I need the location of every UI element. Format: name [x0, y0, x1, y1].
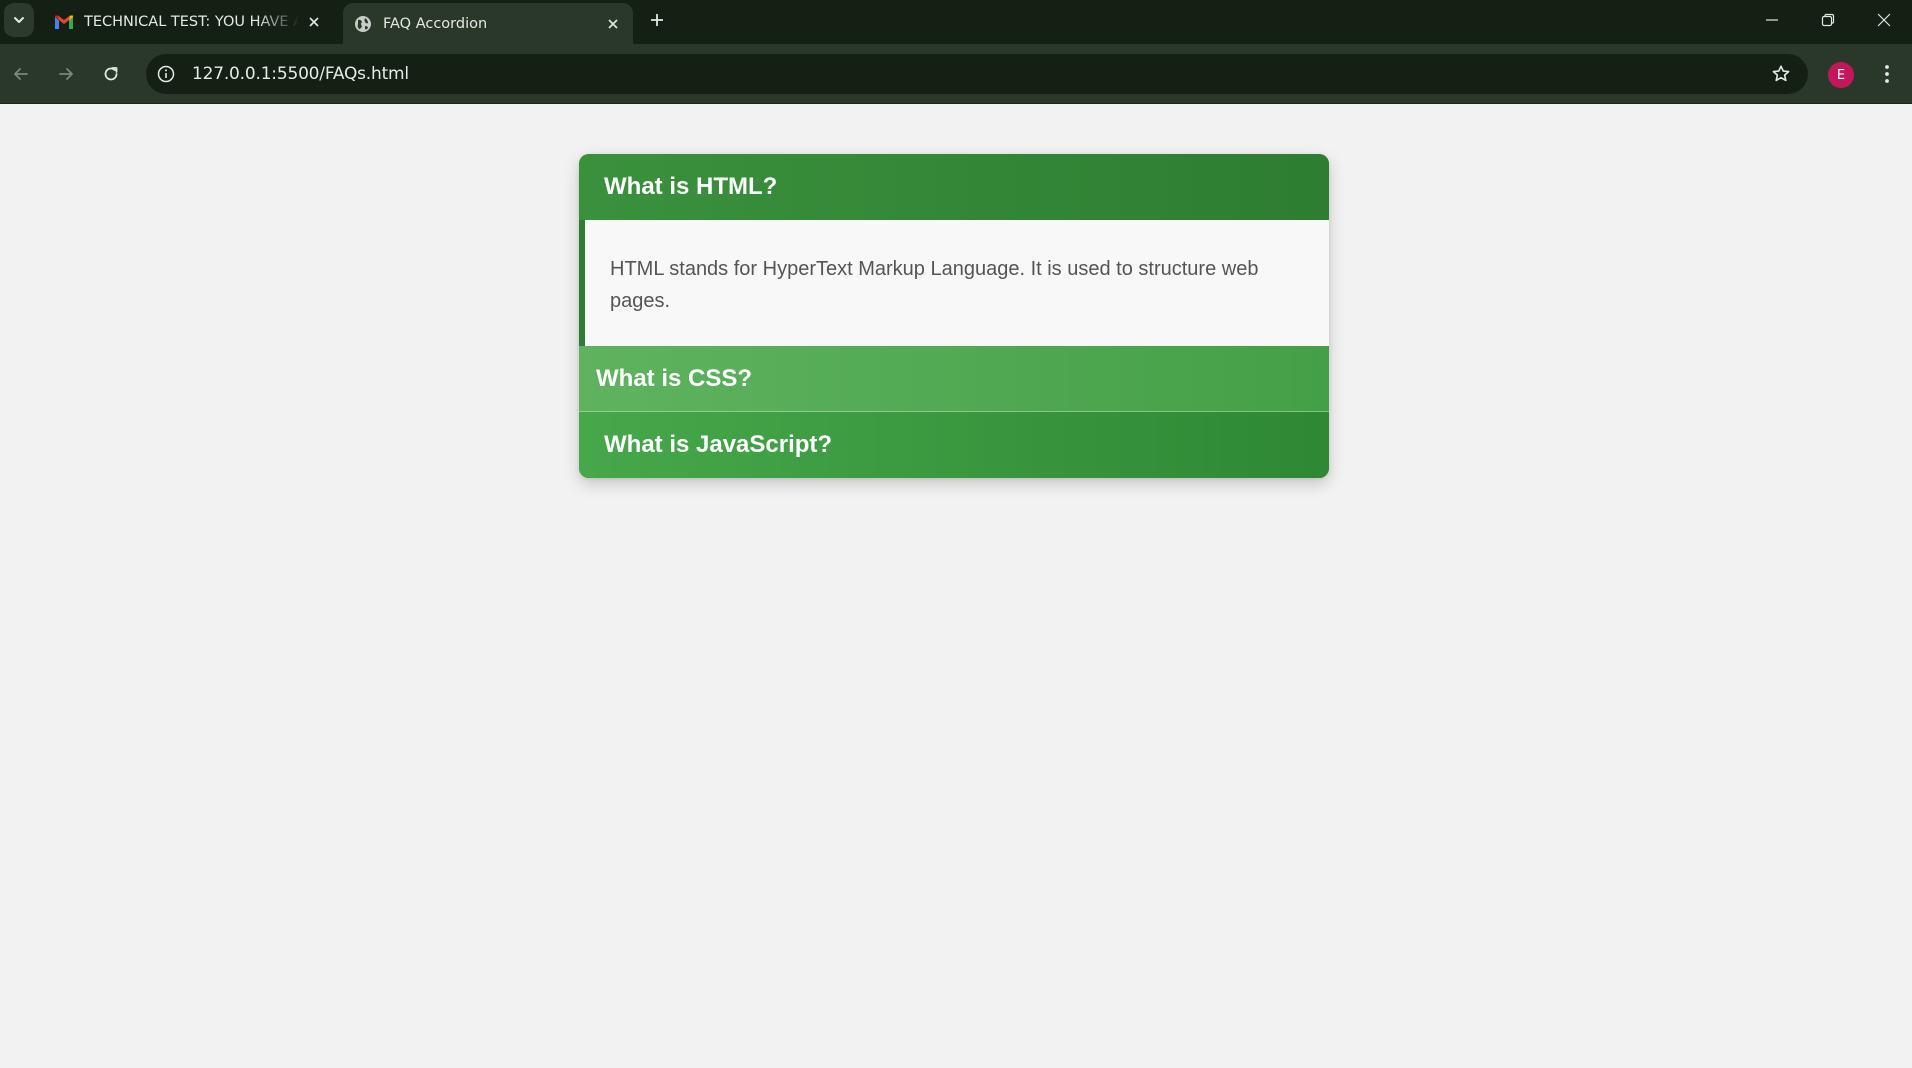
faq-question-css[interactable]: What is CSS? [579, 346, 1329, 412]
arrow-left-icon [14, 68, 28, 80]
gmail-icon [54, 12, 74, 32]
arrow-right-icon [59, 68, 73, 80]
close-tab-icon[interactable] [599, 10, 627, 38]
faq-accordion: What is HTML? HTML stands for HyperText … [579, 154, 1329, 478]
new-tab-button[interactable] [643, 6, 671, 34]
profile-avatar[interactable]: E [1828, 62, 1854, 88]
faq-item-css: What is CSS? [579, 346, 1329, 412]
page-viewport: What is HTML? HTML stands for HyperText … [0, 104, 1912, 1068]
bookmark-star-icon[interactable] [1764, 57, 1798, 91]
faq-item-javascript: What is JavaScript? [579, 412, 1329, 478]
site-info-icon[interactable] [149, 57, 183, 91]
chevron-down-icon [14, 17, 24, 23]
reload-icon [104, 67, 118, 81]
restore-icon [1821, 13, 1835, 27]
tab-search-button[interactable] [4, 3, 34, 37]
globe-icon [353, 14, 373, 34]
forward-button[interactable] [48, 56, 84, 92]
browser-menu-button[interactable] [1872, 56, 1902, 92]
tab-title: FAQ Accordion [383, 15, 488, 32]
faq-question-html[interactable]: What is HTML? [579, 154, 1329, 220]
minimize-icon [1766, 19, 1778, 21]
reload-button[interactable] [93, 56, 129, 92]
tab-strip: TECHNICAL TEST: YOU HAVE A FAQ Accordion [0, 0, 1912, 44]
close-icon [1877, 13, 1891, 27]
tab-faq-accordion[interactable]: FAQ Accordion [343, 3, 633, 44]
restore-button[interactable] [1800, 0, 1856, 40]
url-text[interactable]: 127.0.0.1:5500/FAQs.html [192, 64, 409, 84]
close-window-button[interactable] [1856, 0, 1912, 40]
minimize-button[interactable] [1744, 0, 1800, 40]
faq-item-html: What is HTML? HTML stands for HyperText … [579, 154, 1329, 346]
tab-gmail[interactable]: TECHNICAL TEST: YOU HAVE A [44, 3, 334, 41]
address-bar[interactable]: 127.0.0.1:5500/FAQs.html [146, 54, 1808, 94]
faq-question-javascript[interactable]: What is JavaScript? [579, 412, 1329, 478]
plus-icon [651, 14, 663, 26]
back-button[interactable] [3, 56, 39, 92]
kebab-menu-icon [1885, 65, 1889, 83]
browser-toolbar: 127.0.0.1:5500/FAQs.html E [0, 44, 1912, 104]
close-tab-icon[interactable] [300, 8, 328, 36]
tab-title: TECHNICAL TEST: YOU HAVE A [84, 14, 300, 30]
faq-answer-html: HTML stands for HyperText Markup Languag… [585, 220, 1329, 346]
